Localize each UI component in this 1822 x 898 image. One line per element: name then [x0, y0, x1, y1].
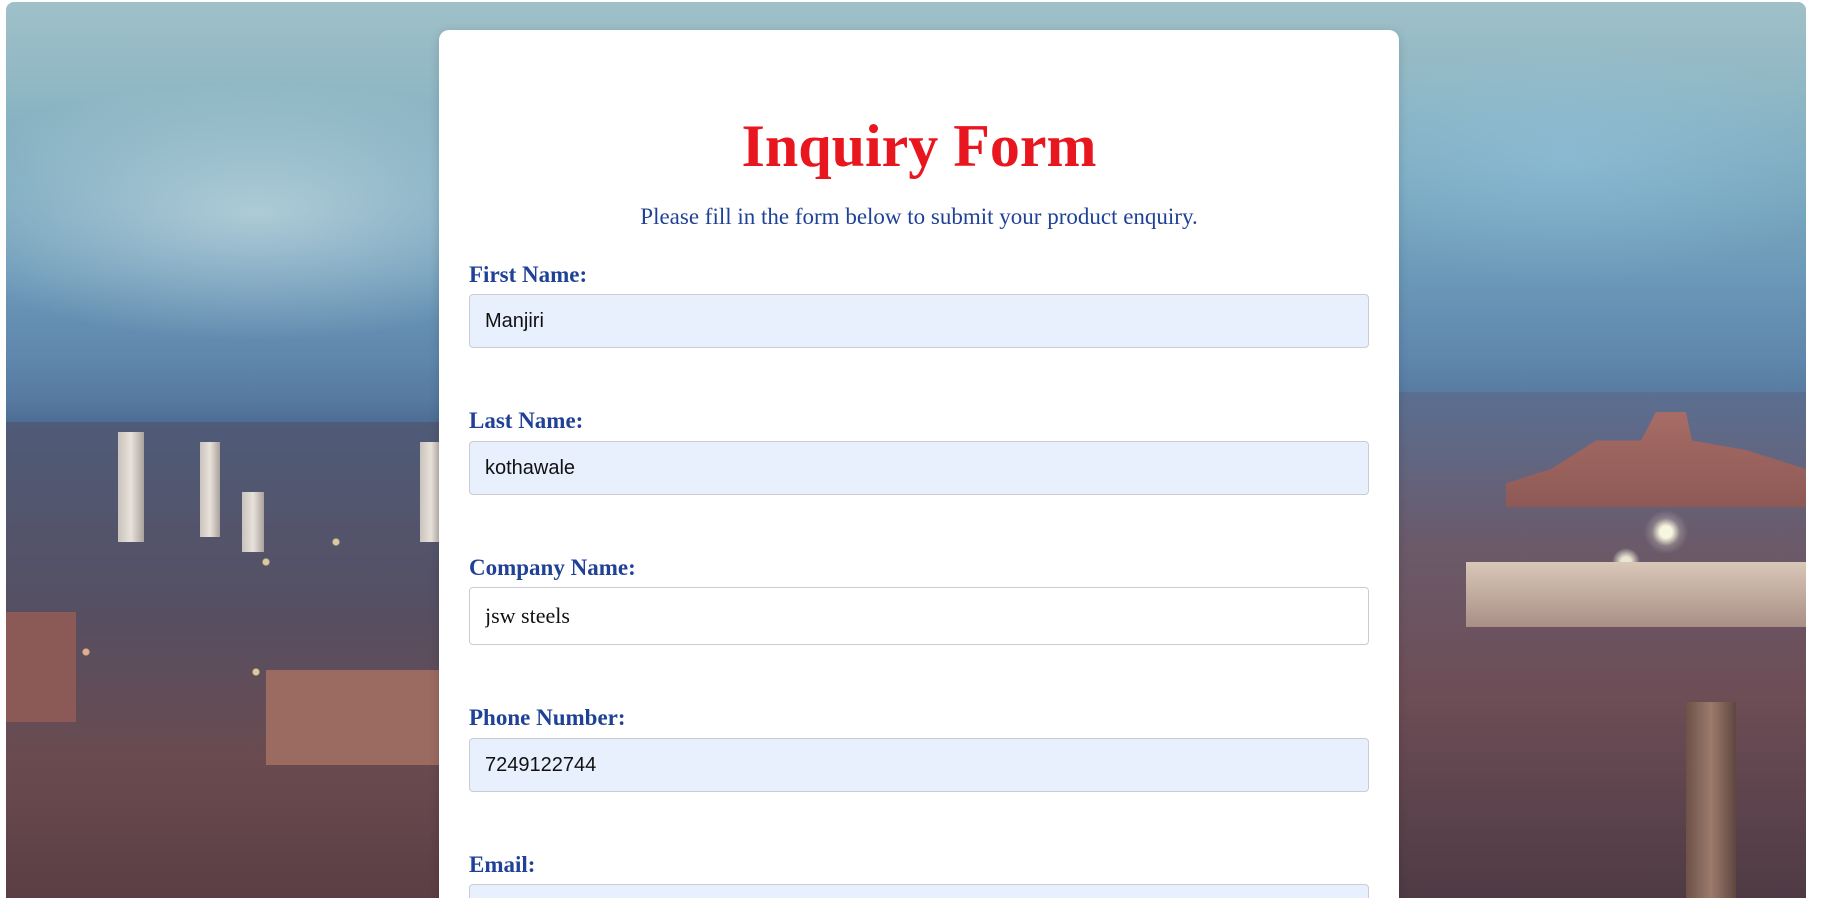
- last-name-input[interactable]: [469, 441, 1369, 495]
- company-name-input[interactable]: [469, 587, 1369, 645]
- phone-number-input[interactable]: [469, 738, 1369, 792]
- first-name-input[interactable]: [469, 294, 1369, 348]
- inquiry-form-card: Inquiry Form Please fill in the form bel…: [439, 30, 1399, 898]
- email-label: Email:: [469, 852, 536, 877]
- form-subtitle: Please fill in the form below to submit …: [640, 204, 1198, 229]
- email-input[interactable]: [469, 884, 1369, 898]
- phone-number-label: Phone Number:: [469, 705, 626, 730]
- company-name-label: Company Name:: [469, 555, 636, 580]
- form-title: Inquiry Form: [741, 113, 1097, 179]
- page: Inquiry Form Please fill in the form bel…: [0, 0, 1822, 898]
- first-name-label: First Name:: [469, 262, 588, 287]
- last-name-label: Last Name:: [469, 408, 584, 433]
